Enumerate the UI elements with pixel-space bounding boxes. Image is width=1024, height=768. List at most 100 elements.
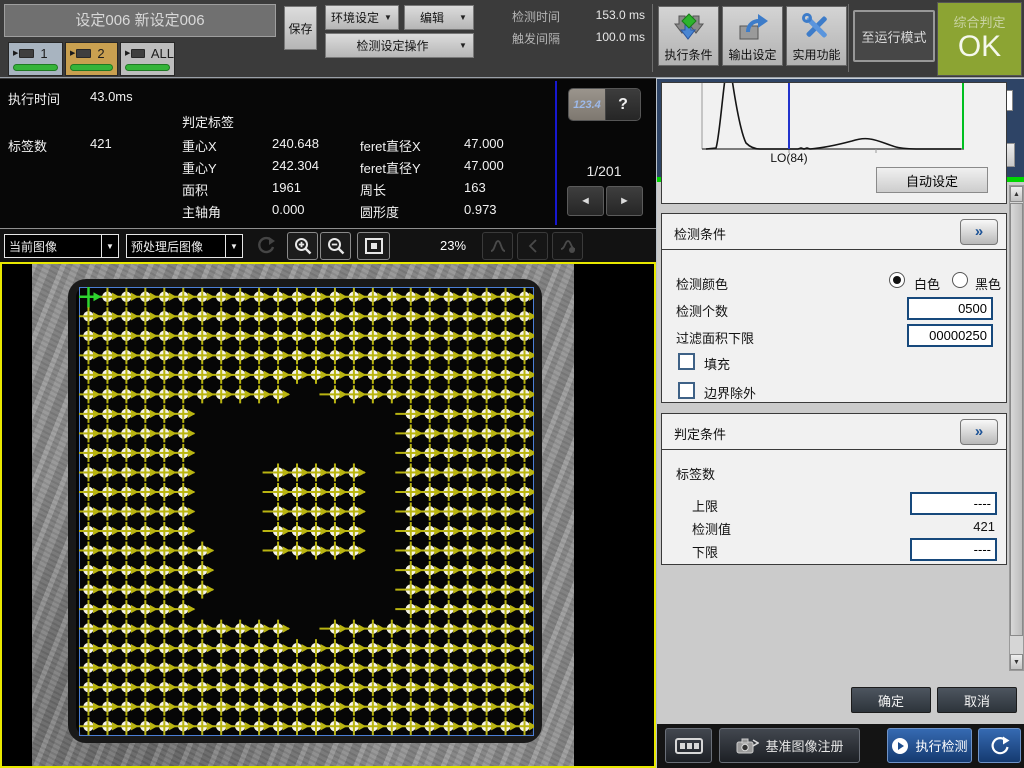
result-row-label: 重心Y — [182, 158, 217, 177]
label-count-label: 标签数 — [8, 136, 47, 155]
register-reference-image-button[interactable]: 基准图像注册 — [719, 728, 860, 763]
tab-camera-1[interactable]: ▶1 — [8, 42, 63, 76]
filter-area-label: 过滤面积下限 — [676, 328, 754, 347]
result-row-value: 47.000 — [464, 158, 504, 173]
image-toolbar: 当前图像 ▼ 预处理后图像 ▼ — [0, 228, 656, 262]
image-view-select[interactable]: 预处理后图像 ▼ — [126, 234, 243, 258]
register-reference-image-label: 基准图像注册 — [765, 736, 843, 755]
lower-limit-input[interactable] — [910, 538, 997, 561]
measured-value-label: 检测值 — [692, 519, 731, 538]
radio-black-label: 黑色 — [975, 274, 1001, 293]
panel-scrollbar[interactable]: ▲ ▼ — [1009, 185, 1024, 671]
menu-edit[interactable]: 编辑 ▼ — [404, 5, 474, 30]
menu-environment[interactable]: 环境设定 ▼ — [325, 5, 399, 30]
cancel-button[interactable]: 取消 — [937, 687, 1017, 713]
scrollbar-thumb[interactable] — [1010, 203, 1023, 636]
execute-measurement-button[interactable]: 执行检测 — [887, 728, 972, 763]
trigger-interval-label: 触发间隔 — [512, 30, 560, 47]
exec-time-label: 执行时间 — [8, 89, 60, 108]
image-logging-button[interactable] — [665, 728, 712, 763]
zoom-out-button[interactable] — [320, 232, 351, 260]
tab-all-label: ALL — [151, 46, 174, 61]
auto-set-button[interactable]: 自动设定 — [876, 167, 988, 193]
exec-condition-icon — [672, 12, 706, 44]
detected-blobs-overlay — [79, 287, 534, 736]
prev-label-button[interactable]: ◄ — [567, 186, 604, 216]
tab-camera-2-label: 2 — [97, 46, 104, 61]
result-row-value: 242.304 — [272, 158, 319, 173]
play-circle-icon — [891, 737, 909, 755]
save-button[interactable]: 保存 — [284, 6, 317, 50]
detect-count-label: 检测个数 — [676, 301, 728, 320]
unit-block-icon — [131, 49, 144, 58]
exclude-edge-label: 边界除外 — [704, 383, 756, 402]
fit-view-button[interactable] — [357, 232, 390, 260]
numeric-display-button[interactable]: 123.4 — [569, 89, 606, 120]
next-label-button[interactable]: ► — [606, 186, 643, 216]
result-row-value: 47.000 — [464, 136, 504, 151]
detect-color-label: 检测颜色 — [676, 274, 728, 293]
judge-label-header: 判定标签 — [182, 112, 234, 131]
upper-limit-input[interactable] — [910, 492, 997, 515]
menu-environment-label: 环境设定 — [326, 9, 384, 26]
run-mode-button[interactable]: 至运行模式 — [853, 10, 935, 62]
result-row-value: 240.648 — [272, 136, 319, 151]
detect-count-input[interactable] — [907, 297, 993, 320]
tab-status-bar — [125, 64, 170, 71]
confirm-button[interactable]: 确定 — [851, 687, 931, 713]
fill-checkbox-label: 填充 — [704, 354, 730, 373]
judgement-conditions-title: 判定条件 — [674, 424, 726, 443]
help-button[interactable]: ? — [606, 89, 640, 120]
chevron-down-icon: ▼ — [225, 235, 242, 257]
output-settings-button[interactable]: 输出设定 — [722, 6, 783, 66]
tab-all[interactable]: ▶ ALL — [120, 42, 175, 76]
bell-curve-icon — [488, 236, 508, 256]
scroll-down-button[interactable]: ▼ — [1010, 654, 1023, 670]
scroll-up-button[interactable]: ▲ — [1010, 186, 1023, 202]
refresh-button[interactable] — [250, 232, 281, 260]
radio-white[interactable] — [889, 272, 905, 288]
back-display-button[interactable] — [517, 232, 548, 260]
image-view-value: 预处理后图像 — [127, 238, 225, 255]
tab-camera-2-active[interactable]: ▶2 — [65, 42, 118, 76]
divider — [555, 81, 557, 225]
detection-conditions-header: 检测条件 » — [662, 214, 1006, 250]
divider — [848, 4, 849, 72]
judgement-conditions-box: 判定条件 » 标签数 上限 检测值 421 下限 — [661, 413, 1007, 565]
tab-camera-1-label: 1 — [40, 46, 47, 61]
camera-image-viewport[interactable] — [0, 262, 656, 768]
profile-display-button[interactable] — [482, 232, 513, 260]
upper-limit-label: 上限 — [692, 496, 718, 515]
result-row-label: 圆形度 — [360, 202, 399, 221]
image-source-select[interactable]: 当前图像 ▼ — [4, 234, 119, 258]
utility-button[interactable]: 实用功能 — [786, 6, 847, 66]
zoom-in-icon — [293, 236, 313, 256]
result-row-label: 周长 — [360, 180, 386, 199]
exec-condition-button[interactable]: 执行条件 — [658, 6, 719, 66]
label-page-indicator: 1/201 — [560, 163, 648, 179]
expand-button[interactable]: » — [960, 219, 998, 245]
refresh-icon — [255, 235, 277, 257]
trigger-interval-value: 100.0 ms — [570, 30, 645, 44]
fit-view-icon — [363, 236, 385, 256]
display-settings-button[interactable] — [552, 232, 583, 260]
filter-area-input[interactable] — [907, 324, 993, 347]
overall-judgement-label: 综合判定 — [938, 12, 1021, 31]
unit-block-icon — [76, 49, 91, 58]
unit-settings-panel: T200 块状物的个数 基准图像 2 - 000 LO(84 — [656, 78, 1024, 768]
lower-threshold-label: LO(84) — [754, 151, 824, 165]
menu-inspection-ops[interactable]: 检测设定操作 ▼ — [325, 33, 474, 58]
radio-white-label: 白色 — [914, 274, 940, 293]
zoom-in-button[interactable] — [287, 232, 318, 260]
exclude-edge-checkbox[interactable] — [678, 382, 695, 399]
utility-label: 实用功能 — [792, 46, 840, 63]
play-icon: ▶ — [125, 49, 130, 57]
expand-button[interactable]: » — [960, 419, 998, 445]
unit-footer-bar: 基准图像注册 执行检测 — [657, 724, 1024, 768]
curve-gear-icon — [558, 236, 578, 256]
filmstrip-icon — [675, 737, 703, 755]
fill-checkbox[interactable] — [678, 353, 695, 370]
radio-black[interactable] — [952, 272, 968, 288]
result-row-value: 1961 — [272, 180, 301, 195]
continuous-update-button[interactable] — [978, 728, 1021, 763]
